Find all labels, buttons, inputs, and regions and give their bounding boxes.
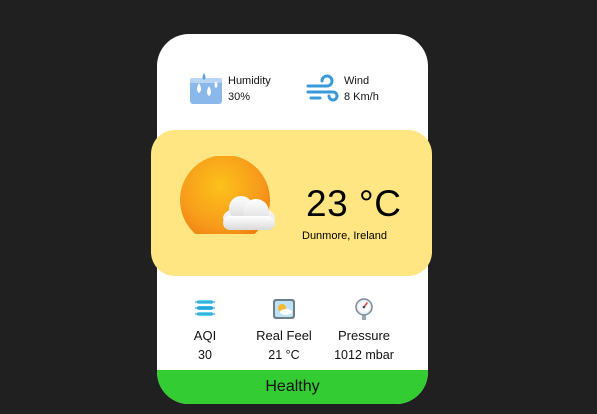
current-temperature: 23 °C: [306, 183, 402, 224]
humidity-icon: [190, 73, 222, 104]
metric-aqi: AQI 30: [160, 297, 250, 365]
location-label: Dunmore, Ireland: [302, 230, 387, 242]
air-status-label: Healthy: [265, 378, 320, 395]
wind-stat: Wind 8 Km/h: [305, 72, 379, 106]
air-quality-icon: [195, 300, 215, 316]
metric-pressure: Pressure 1012 mbar: [319, 297, 409, 365]
real-feel-icon: [273, 299, 295, 319]
partly-cloudy-sun-icon: [180, 156, 275, 234]
wind-label: Wind: [344, 75, 370, 87]
metric-real-feel: Real Feel 21 °C: [239, 297, 329, 365]
metric-value: 21 °C: [268, 348, 300, 362]
metric-value: 1012 mbar: [334, 348, 394, 362]
metric-label: AQI: [193, 328, 217, 343]
humidity-stat: Humidity 30%: [189, 72, 271, 106]
air-status-bar: Healthy: [157, 370, 428, 404]
current-weather-panel: 23 °C Dunmore, Ireland: [151, 130, 432, 276]
metric-value: 30: [198, 348, 212, 362]
humidity-value: 30%: [228, 91, 251, 103]
metric-label: Pressure: [337, 328, 391, 343]
wind-icon: [306, 74, 339, 102]
humidity-label: Humidity: [228, 75, 271, 87]
metric-label: Real Feel: [256, 328, 312, 343]
wind-value: 8 Km/h: [344, 91, 379, 103]
pressure-gauge-icon: [355, 298, 373, 320]
